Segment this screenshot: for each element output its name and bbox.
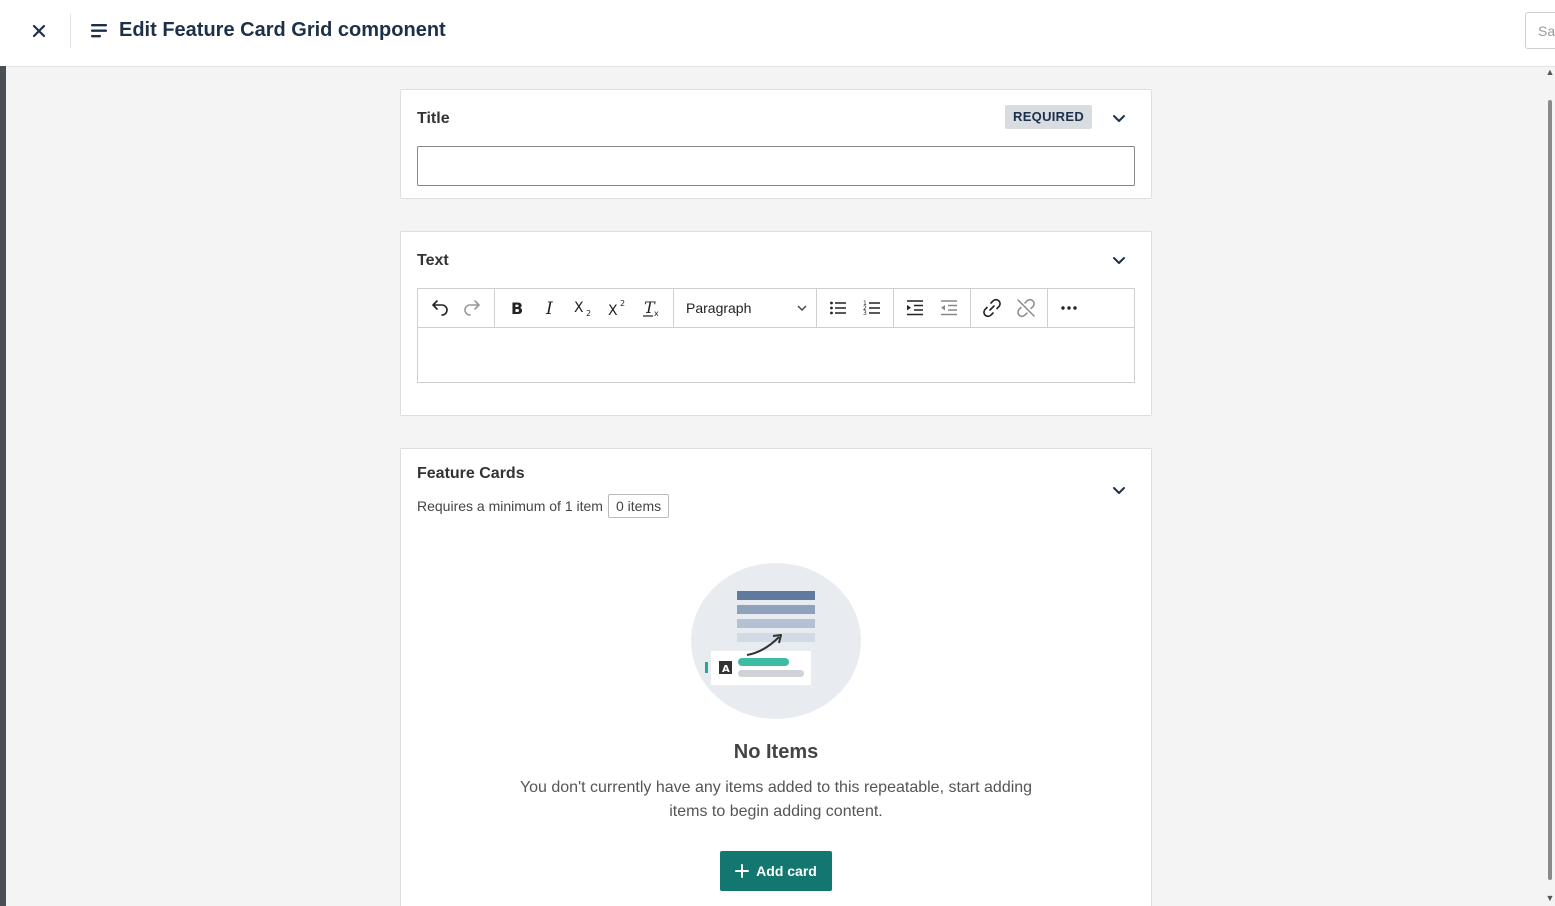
subscript-button[interactable]: X2: [567, 293, 601, 323]
scroll-down-icon[interactable]: ▼: [1545, 893, 1555, 903]
more-options-button[interactable]: [1052, 293, 1086, 323]
redo-icon: [464, 300, 480, 316]
header-divider: [70, 14, 71, 48]
close-icon: [32, 24, 46, 38]
chevron-down-icon: [797, 305, 807, 311]
add-card-label: Add card: [756, 863, 817, 879]
paragraph-format-value: Paragraph: [686, 300, 752, 316]
indent-button[interactable]: [898, 293, 932, 323]
clear-formatting-icon: Tx: [643, 299, 659, 317]
numbered-list-button[interactable]: 123: [855, 293, 889, 323]
bullet-list-icon: [830, 301, 846, 315]
insert-link-button[interactable]: [975, 293, 1009, 323]
title-field-label: Title: [417, 110, 450, 127]
subscript-icon: X2: [574, 300, 591, 317]
svg-text:X: X: [574, 300, 584, 316]
italic-button[interactable]: I: [533, 293, 567, 323]
outdent-icon: [941, 300, 957, 316]
chevron-down-icon[interactable]: [1111, 252, 1127, 268]
unlink-button[interactable]: [1009, 293, 1043, 323]
empty-state-title: No Items: [733, 741, 819, 763]
unlink-icon: [1017, 298, 1035, 318]
editor-content-area[interactable]: [418, 328, 1134, 382]
undo-button[interactable]: [422, 293, 456, 323]
min-items-requirement: Requires a minimum of 1 item: [417, 498, 603, 514]
text-lines-icon: [91, 24, 107, 38]
empty-state-illustration: A: [691, 563, 861, 719]
close-button[interactable]: [26, 18, 52, 44]
modal-header: Edit Feature Card Grid component Save: [6, 0, 1555, 67]
svg-text:2: 2: [586, 309, 591, 317]
text-field-panel: Text B I X2 X 2 T x Paragraph 1 2 3: [400, 231, 1152, 416]
feature-cards-label: Feature Cards: [417, 465, 525, 482]
clear-formatting-button[interactable]: Tx: [635, 293, 669, 323]
title-input[interactable]: [417, 146, 1135, 186]
bold-icon: B: [511, 299, 523, 317]
chevron-down-icon[interactable]: [1111, 110, 1127, 126]
link-icon: [983, 298, 1001, 318]
feature-cards-panel: Feature Cards Requires a minimum of 1 it…: [400, 448, 1152, 906]
svg-text:I: I: [545, 299, 553, 317]
numbered-list-icon: 123: [863, 300, 880, 317]
bold-button[interactable]: B: [499, 293, 533, 323]
bullet-list-button[interactable]: [821, 293, 855, 323]
plus-icon: [735, 864, 750, 878]
redo-button[interactable]: [456, 293, 490, 323]
save-button[interactable]: Save: [1525, 12, 1555, 49]
undo-icon: [432, 300, 448, 316]
add-card-button[interactable]: Add card: [720, 851, 832, 891]
text-field-label: Text: [417, 252, 449, 269]
svg-text:3: 3: [863, 310, 867, 317]
page-title: Edit Feature Card Grid component: [119, 19, 446, 41]
svg-text:B: B: [511, 299, 523, 317]
title-field-panel: Title REQUIRED: [400, 89, 1152, 199]
svg-text:x: x: [654, 309, 659, 317]
rich-text-editor: B I X2 X2 Tx Paragraph 1 2 3: [417, 288, 1135, 383]
indent-icon: [907, 300, 923, 316]
required-badge: REQUIRED: [1005, 105, 1093, 129]
outdent-button[interactable]: [932, 293, 966, 323]
empty-state-description: You don't currently have any items added…: [519, 779, 1033, 820]
scrollbar-thumb[interactable]: [1548, 100, 1552, 880]
vertical-scrollbar[interactable]: ▲ ▼: [1545, 67, 1555, 906]
svg-text:2: 2: [620, 299, 625, 308]
superscript-button[interactable]: X2: [601, 293, 635, 323]
svg-text:A: A: [722, 664, 730, 675]
italic-icon: I: [545, 299, 553, 317]
svg-text:X: X: [608, 303, 618, 317]
item-count-badge: 0 items: [608, 494, 670, 518]
chevron-down-icon[interactable]: [1111, 482, 1127, 498]
more-horizontal-icon: [1061, 306, 1077, 310]
scroll-up-icon[interactable]: ▲: [1545, 67, 1555, 77]
superscript-icon: X2: [608, 299, 625, 317]
editor-toolbar: B I X2 X2 Tx Paragraph 1 2 3: [418, 288, 1134, 328]
background-page-edge: [0, 0, 6, 906]
paragraph-format-select[interactable]: Paragraph: [678, 293, 816, 323]
